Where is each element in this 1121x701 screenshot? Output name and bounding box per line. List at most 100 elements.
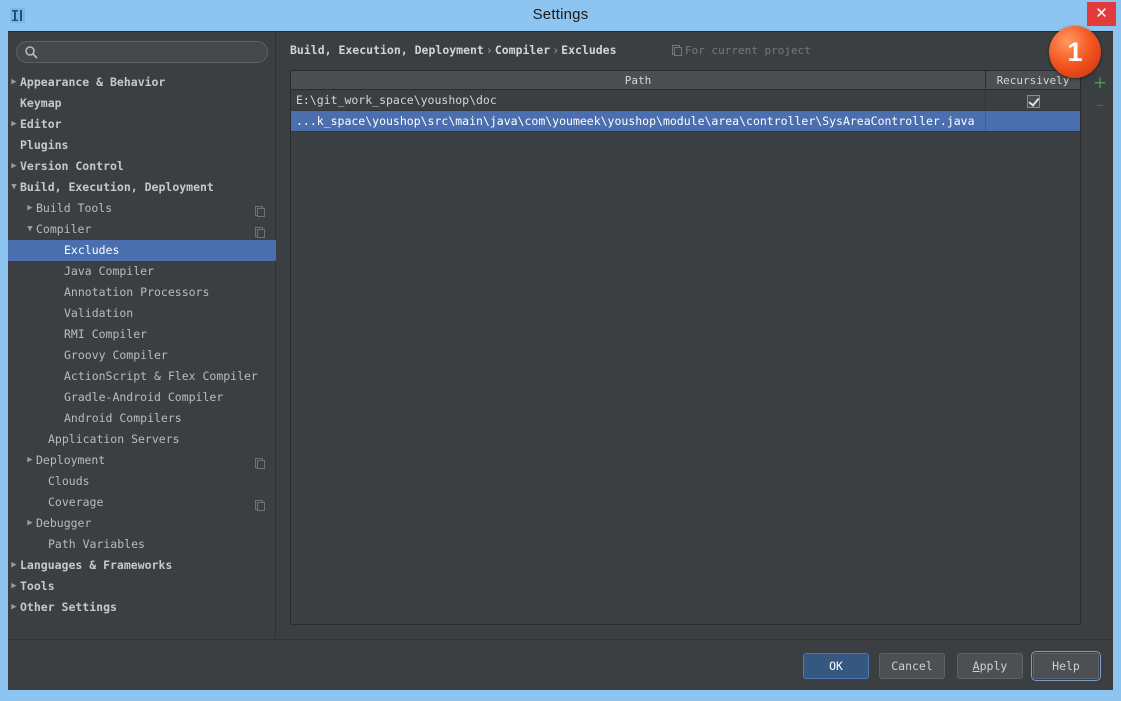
sidebar-item-application-servers[interactable]: Application Servers bbox=[8, 429, 276, 450]
sidebar-item-label: Annotation Processors bbox=[64, 285, 210, 299]
sidebar-item-rmi-compiler[interactable]: RMI Compiler bbox=[8, 324, 276, 345]
breadcrumb-part-2[interactable]: Compiler bbox=[495, 43, 550, 57]
sidebar-item-gradle-android-compiler[interactable]: Gradle-Android Compiler bbox=[8, 387, 276, 408]
project-scope-icon bbox=[255, 497, 265, 511]
plus-icon: + bbox=[1092, 73, 1108, 93]
sidebar-item-coverage[interactable]: Coverage bbox=[8, 492, 276, 513]
close-icon: ✕ bbox=[1095, 5, 1108, 22]
sidebar-item-excludes[interactable]: Excludes bbox=[8, 240, 276, 261]
sidebar-item-actionscript-flex-compiler[interactable]: ActionScript & Flex Compiler bbox=[8, 366, 276, 387]
chevron-right-icon[interactable]: ▶ bbox=[24, 450, 36, 471]
settings-sidebar: ▶ Appearance & Behavior Keymap ▶ Editor Plugi… bbox=[8, 32, 276, 638]
sidebar-item-label: Groovy Compiler bbox=[64, 348, 168, 362]
cancel-button[interactable]: Cancel bbox=[879, 653, 945, 679]
recursively-checkbox[interactable] bbox=[1026, 95, 1040, 108]
sidebar-item-label: Coverage bbox=[48, 495, 104, 509]
column-header-path[interactable]: Path bbox=[291, 71, 986, 89]
close-button[interactable]: ✕ bbox=[1087, 2, 1116, 26]
sidebar-item-label: Application Servers bbox=[48, 432, 180, 446]
sidebar-item-android-compilers[interactable]: Android Compilers bbox=[8, 408, 276, 429]
sidebar-item-validation[interactable]: Validation bbox=[8, 303, 276, 324]
search-box[interactable] bbox=[16, 40, 268, 63]
breadcrumb-part-1[interactable]: Build, Execution, Deployment bbox=[290, 43, 484, 57]
sidebar-item-label: Android Compilers bbox=[64, 411, 182, 425]
dialog-button-bar: OK Cancel Apply Help bbox=[8, 639, 1113, 691]
ok-button[interactable]: OK bbox=[803, 653, 869, 679]
sidebar-item-java-compiler[interactable]: Java Compiler bbox=[8, 261, 276, 282]
scope-note-label: For current project bbox=[685, 44, 811, 57]
cell-recursively[interactable] bbox=[986, 90, 1080, 110]
breadcrumb: Build, Execution, Deployment › Compiler › Ex… bbox=[290, 43, 617, 59]
sidebar-item-label: Clouds bbox=[48, 474, 90, 488]
sidebar-item-debugger[interactable]: ▶ Debugger bbox=[8, 513, 276, 534]
sidebar-item-editor[interactable]: ▶ Editor bbox=[8, 114, 276, 135]
table-row[interactable]: E:\git_work_space\youshop\doc bbox=[291, 90, 1080, 111]
chevron-right-icon[interactable]: ▶ bbox=[24, 513, 36, 534]
sidebar-item-annotation-processors[interactable]: Annotation Processors bbox=[8, 282, 276, 303]
sidebar-item-label: ActionScript & Flex Compiler bbox=[64, 369, 258, 383]
table-row[interactable]: ...k_space\youshop\src\main\java\com\you… bbox=[291, 111, 1080, 132]
add-path-button[interactable]: + bbox=[1089, 72, 1111, 94]
window-bottom-chrome bbox=[0, 690, 1121, 701]
sidebar-item-label: Tools bbox=[20, 579, 55, 593]
excludes-table[interactable]: Path Recursively E:\git_work_space\yoush… bbox=[290, 70, 1081, 625]
sidebar-item-deployment[interactable]: ▶ Deployment bbox=[8, 450, 276, 471]
sidebar-item-label: Gradle-Android Compiler bbox=[64, 390, 224, 404]
cell-path[interactable]: E:\git_work_space\youshop\doc bbox=[291, 90, 986, 110]
settings-tree[interactable]: ▶ Appearance & Behavior Keymap ▶ Editor Plugi… bbox=[8, 72, 276, 638]
sidebar-item-clouds[interactable]: Clouds bbox=[8, 471, 276, 492]
project-scope-icon bbox=[672, 45, 682, 59]
sidebar-item-label: Other Settings bbox=[20, 600, 117, 614]
sidebar-item-languages-frameworks[interactable]: ▶ Languages & Frameworks bbox=[8, 555, 276, 576]
sidebar-item-plugins[interactable]: Plugins bbox=[8, 135, 276, 156]
apply-button[interactable]: Apply bbox=[957, 653, 1023, 679]
dialog-client-area: ▶ Appearance & Behavior Keymap ▶ Editor Plugi… bbox=[8, 31, 1113, 691]
sidebar-item-version-control[interactable]: ▶ Version Control bbox=[8, 156, 276, 177]
sidebar-item-groovy-compiler[interactable]: Groovy Compiler bbox=[8, 345, 276, 366]
sidebar-item-label: Build, Execution, Deployment bbox=[20, 180, 214, 194]
chevron-right-icon[interactable]: ▶ bbox=[8, 156, 20, 177]
sidebar-item-label: Excludes bbox=[64, 243, 120, 257]
window-title: Settings bbox=[532, 6, 589, 23]
chevron-right-icon[interactable]: ▶ bbox=[8, 72, 20, 93]
chevron-right-icon[interactable]: ▶ bbox=[8, 555, 20, 576]
sidebar-item-label: Plugins bbox=[20, 138, 69, 152]
breadcrumb-separator-1: › bbox=[485, 43, 493, 57]
cell-recursively[interactable] bbox=[986, 111, 1080, 131]
sidebar-item-label: Compiler bbox=[36, 222, 92, 236]
chevron-right-icon[interactable]: ▶ bbox=[8, 597, 20, 618]
sidebar-item-path-variables[interactable]: Path Variables bbox=[8, 534, 276, 555]
sidebar-item-label: Keymap bbox=[20, 96, 62, 110]
sidebar-item-keymap[interactable]: Keymap bbox=[8, 93, 276, 114]
sidebar-item-other-settings[interactable]: ▶ Other Settings bbox=[8, 597, 276, 618]
sidebar-item-build-tools[interactable]: ▶ Build Tools bbox=[8, 198, 276, 219]
project-scope-icon bbox=[255, 224, 265, 238]
sidebar-item-label: Path Variables bbox=[48, 537, 145, 551]
remove-path-button[interactable]: – bbox=[1089, 94, 1111, 116]
table-body[interactable]: E:\git_work_space\youshop\doc ...k_space\… bbox=[291, 90, 1080, 132]
chevron-right-icon[interactable]: ▶ bbox=[8, 114, 20, 135]
sidebar-item-label: Java Compiler bbox=[64, 264, 155, 278]
sidebar-item-label: Debugger bbox=[36, 516, 92, 530]
help-button[interactable]: Help bbox=[1031, 651, 1101, 681]
annotation-badge-1: 1 bbox=[1049, 26, 1101, 78]
sidebar-item-label: RMI Compiler bbox=[64, 327, 148, 341]
sidebar-item-tools[interactable]: ▶ Tools bbox=[8, 576, 276, 597]
sidebar-item-appearance-behavior[interactable]: ▶ Appearance & Behavior bbox=[8, 72, 276, 93]
sidebar-item-compiler[interactable]: ▼ Compiler bbox=[8, 219, 276, 240]
breadcrumb-separator-2: › bbox=[552, 43, 560, 57]
table-toolbar: + – bbox=[1089, 72, 1111, 132]
sidebar-item-build-execution-deployment[interactable]: ▼ Build, Execution, Deployment bbox=[8, 177, 276, 198]
chevron-down-icon[interactable]: ▼ bbox=[24, 219, 36, 240]
scope-note: For current project bbox=[672, 44, 811, 59]
breadcrumb-part-3: Excludes bbox=[561, 43, 617, 57]
chevron-right-icon[interactable]: ▶ bbox=[24, 198, 36, 219]
sidebar-item-label: Appearance & Behavior bbox=[20, 75, 166, 89]
chevron-right-icon[interactable]: ▶ bbox=[8, 576, 20, 597]
sidebar-item-label: Version Control bbox=[20, 159, 124, 173]
search-input[interactable] bbox=[16, 40, 268, 63]
sidebar-item-label: Deployment bbox=[36, 453, 106, 467]
cell-path[interactable]: ...k_space\youshop\src\main\java\com\you… bbox=[291, 111, 986, 131]
excludes-panel: Build, Execution, Deployment › Compiler › Ex… bbox=[277, 32, 1113, 638]
chevron-down-icon[interactable]: ▼ bbox=[8, 177, 20, 198]
